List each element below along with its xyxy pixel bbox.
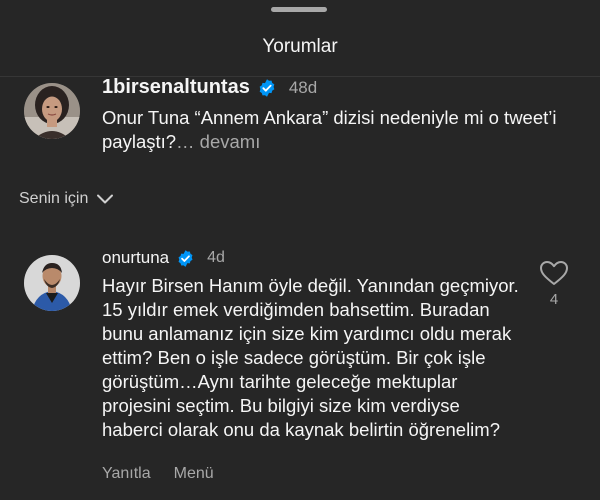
sort-filter-dropdown[interactable]: Senin için [19, 190, 114, 208]
username[interactable]: onurtuna [102, 248, 169, 268]
comments-sheet: Yorumlar 1birsenaltuntas 48d Onur Tuna “… [0, 0, 600, 500]
heart-outline-icon [540, 261, 568, 285]
avatar-photo-icon [24, 83, 80, 139]
sheet-title: Yorumlar [262, 36, 338, 57]
like-button[interactable] [539, 260, 569, 286]
username[interactable]: 1birsenaltuntas [102, 76, 250, 99]
verified-badge-icon [176, 249, 195, 268]
comment-time: 48d [288, 77, 318, 97]
menu-button[interactable]: Menü [174, 465, 214, 483]
comment-header: onurtuna 4d [102, 248, 225, 268]
like-count: 4 [549, 291, 559, 308]
verified-badge-icon [257, 78, 277, 98]
chevron-down-icon [97, 194, 114, 204]
more-link[interactable]: … devamı [176, 131, 260, 152]
comment-body: Onur Tuna “Annem Ankara” dizisi nedeniyl… [102, 107, 557, 152]
comment-actions: Yanıtla Menü [102, 465, 237, 483]
reply-button[interactable]: Yanıtla [102, 465, 151, 483]
drag-handle[interactable] [271, 7, 327, 12]
avatar[interactable] [24, 83, 80, 139]
sort-filter-label: Senin için [19, 190, 89, 207]
comment-header: 1birsenaltuntas 48d [102, 76, 317, 99]
comment-text: Onur Tuna “Annem Ankara” dizisi nedeniyl… [102, 106, 572, 154]
avatar-photo-icon [24, 255, 80, 311]
comment-time: 4d [207, 249, 225, 266]
comment-text: Hayır Birsen Hanım öyle değil. Yanından … [102, 275, 519, 440]
avatar[interactable] [24, 255, 80, 311]
